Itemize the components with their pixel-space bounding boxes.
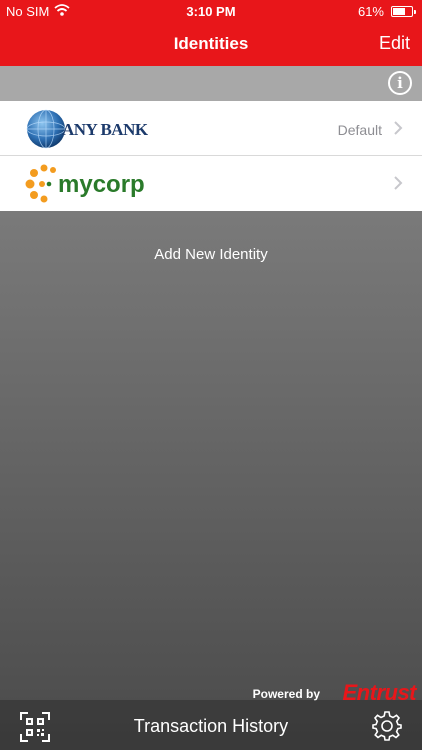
gear-icon[interactable] — [372, 711, 402, 741]
status-bar: No SIM 3:10 PM 61% — [0, 0, 422, 22]
transaction-history-tab[interactable]: Transaction History — [0, 716, 422, 737]
powered-by-label: Powered by — [252, 687, 320, 701]
svg-text:mycorp: mycorp — [58, 171, 145, 198]
info-icon[interactable]: i — [388, 71, 412, 95]
info-bar: i — [0, 66, 422, 101]
any-bank-logo: ANY BANK — [26, 109, 149, 149]
edit-button[interactable]: Edit — [379, 33, 410, 54]
bottom-bar: Transaction History — [0, 700, 422, 750]
identity-row-mycorp[interactable]: mycorp — [0, 156, 422, 211]
add-new-identity-button[interactable]: Add New Identity — [0, 246, 422, 263]
nav-bar: Identities Edit — [0, 22, 422, 66]
identity-row-any-bank[interactable]: ANY BANK Default — [0, 101, 422, 156]
mycorp-logo: mycorp — [25, 164, 145, 203]
chevron-right-icon — [394, 176, 403, 190]
battery-percent: 61% — [357, 4, 384, 19]
page-title: Identities — [173, 34, 249, 53]
svg-text:ANY BANK: ANY BANK — [62, 120, 149, 139]
default-badge: Default — [337, 122, 382, 138]
main-area: Add New Identity Powered by Entrust — [0, 211, 422, 750]
identity-list: ANY BANK Default mycorp — [0, 101, 422, 211]
battery-icon — [391, 6, 416, 17]
chevron-right-icon — [394, 121, 403, 135]
